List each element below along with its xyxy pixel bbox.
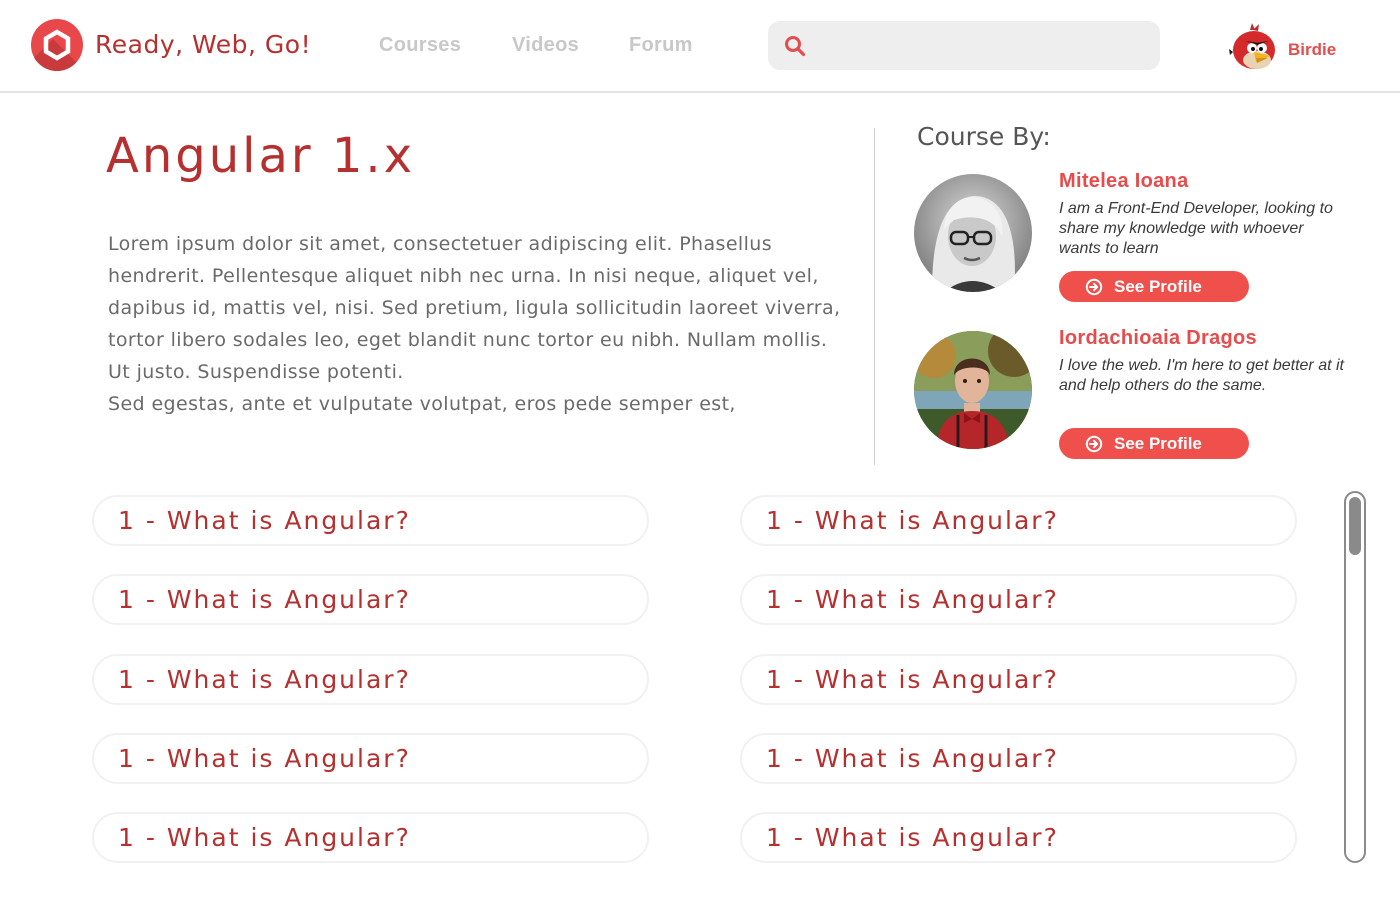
- nav-courses[interactable]: Courses: [379, 34, 461, 57]
- page-title: Angular 1.x: [106, 128, 416, 184]
- user-name[interactable]: Birdie: [1288, 40, 1336, 60]
- lessons-scrollbar[interactable]: [1344, 491, 1366, 863]
- lesson-item[interactable]: 1 - What is Angular?: [740, 574, 1297, 625]
- lesson-item[interactable]: 1 - What is Angular?: [92, 654, 649, 705]
- lesson-item[interactable]: 1 - What is Angular?: [92, 574, 649, 625]
- see-profile-label: See Profile: [1114, 277, 1202, 296]
- see-profile-button[interactable]: See Profile: [1059, 271, 1249, 302]
- nav-forum[interactable]: Forum: [629, 34, 693, 57]
- lesson-title: 1 - What is Angular?: [118, 744, 411, 773]
- author-card: Iordachioaia Dragos I love the web. I'm …: [914, 327, 1354, 461]
- author-photo[interactable]: [914, 331, 1032, 449]
- section-divider: [874, 128, 875, 465]
- lesson-title: 1 - What is Angular?: [766, 744, 1059, 773]
- angry-bird-avatar-icon[interactable]: [1228, 22, 1278, 72]
- lesson-title: 1 - What is Angular?: [118, 823, 411, 852]
- scrollbar-thumb[interactable]: [1349, 497, 1361, 555]
- author-photo[interactable]: [914, 174, 1032, 292]
- top-header: Ready, Web, Go! Courses Videos Forum Bir…: [0, 0, 1400, 93]
- lesson-item[interactable]: 1 - What is Angular?: [92, 495, 649, 546]
- lesson-item[interactable]: 1 - What is Angular?: [740, 654, 1297, 705]
- see-profile-label: See Profile: [1114, 434, 1202, 453]
- search-box: [768, 21, 1160, 70]
- lesson-title: 1 - What is Angular?: [118, 585, 411, 614]
- lesson-title: 1 - What is Angular?: [118, 665, 411, 694]
- author-card: Mitelea Ioana I am a Front-End Developer…: [914, 170, 1354, 304]
- course-description: Lorem ipsum dolor sit amet, consectetuer…: [108, 233, 841, 415]
- course-by-heading: Course By:: [917, 122, 1051, 151]
- arrow-circle-icon: [1085, 278, 1103, 296]
- author-bio: I am a Front-End Developer, looking to s…: [1059, 200, 1333, 257]
- brand-name[interactable]: Ready, Web, Go!: [95, 30, 311, 59]
- author-name[interactable]: Mitelea Ioana: [1059, 170, 1189, 193]
- see-profile-button[interactable]: See Profile: [1059, 428, 1249, 459]
- lesson-item[interactable]: 1 - What is Angular?: [740, 812, 1297, 863]
- lesson-title: 1 - What is Angular?: [766, 823, 1059, 852]
- lesson-title: 1 - What is Angular?: [766, 665, 1059, 694]
- lesson-item[interactable]: 1 - What is Angular?: [740, 495, 1297, 546]
- lesson-title: 1 - What is Angular?: [766, 506, 1059, 535]
- lesson-title: 1 - What is Angular?: [766, 585, 1059, 614]
- logo-icon[interactable]: [31, 19, 83, 71]
- lesson-item[interactable]: 1 - What is Angular?: [92, 812, 649, 863]
- lesson-item[interactable]: 1 - What is Angular?: [92, 733, 649, 784]
- author-name[interactable]: Iordachioaia Dragos: [1059, 327, 1257, 350]
- search-input[interactable]: [818, 29, 1148, 62]
- lesson-title: 1 - What is Angular?: [118, 506, 411, 535]
- arrow-circle-icon: [1085, 435, 1103, 453]
- author-bio: I love the web. I'm here to get better a…: [1059, 357, 1344, 394]
- nav-videos[interactable]: Videos: [512, 34, 579, 57]
- search-icon[interactable]: [784, 35, 806, 57]
- lesson-item[interactable]: 1 - What is Angular?: [740, 733, 1297, 784]
